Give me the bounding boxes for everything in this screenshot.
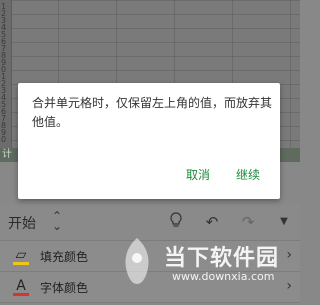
start-tab-label[interactable]: 开始 [8,213,36,233]
watermark-url: www.downxia.com [172,270,275,283]
tab-switch-chevron-icon[interactable]: ⌃ ⌄ [52,210,62,232]
collapse-arrow-icon[interactable]: ▼ [274,212,294,232]
row-number: 0 [1,135,7,144]
redo-icon[interactable]: ↷ [238,212,258,232]
menu-item-label: 填充颜色 [40,250,89,264]
undo-icon[interactable]: ↶ [202,212,222,232]
font-color-icon: A [12,278,30,296]
lightbulb-icon[interactable] [166,212,186,232]
watermark: 当下软件园 www.downxia.com [120,236,300,296]
watermark-logo-icon [125,238,149,284]
cancel-button[interactable]: 取消 [186,166,210,183]
status-strip-label: 计 [2,149,12,160]
fill-color-icon: ▱ [12,247,30,265]
dialog-message: 合并单元格时，仅保留左上角的值，而放弃其他值。 [32,96,273,129]
merge-cells-dialog: 合并单元格时，仅保留左上角的值，而放弃其他值。 取消 继续 [18,83,280,199]
watermark-title: 当下软件园 [164,246,280,271]
row-number-column: 1 2 3 4 5 6 7 8 9 0 1 2 3 4 5 6 7 8 9 0 [0,0,12,160]
menu-item-label: 字体颜色 [40,281,89,295]
continue-button[interactable]: 继续 [236,166,260,183]
